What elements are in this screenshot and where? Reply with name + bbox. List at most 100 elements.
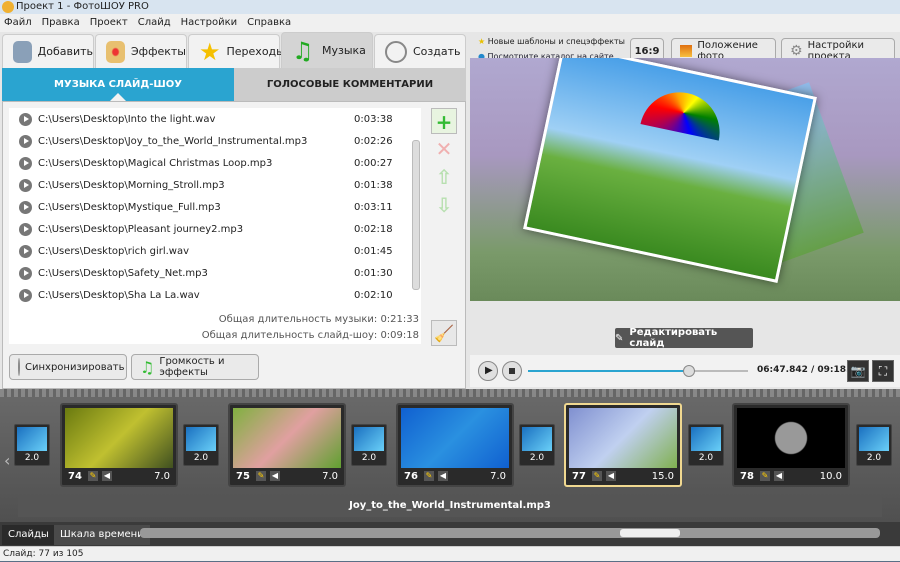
transition-thumb[interactable]: 2.0 — [688, 424, 724, 466]
track-row[interactable]: C:\Users\Desktop\Safety_Net.mp3 0:01:30 — [9, 262, 421, 284]
pencil-icon[interactable]: ✎ — [88, 471, 98, 481]
transition-thumb[interactable]: 2.0 — [519, 424, 555, 466]
play-track-icon[interactable] — [19, 134, 32, 148]
transition-duration: 2.0 — [361, 453, 377, 463]
play-track-icon[interactable] — [19, 178, 32, 192]
pencil-icon[interactable]: ✎ — [256, 471, 266, 481]
track-path: C:\Users\Desktop\Safety_Net.mp3 — [38, 267, 208, 279]
tab-slides[interactable]: Слайды — [2, 525, 55, 545]
slide-thumb[interactable]: 76 ✎ ◀ 7.0 — [396, 403, 514, 487]
title-bar: Проект 1 - ФотоШОУ PRO — [0, 0, 900, 14]
track-duration: 0:03:11 — [354, 201, 393, 213]
menu-file[interactable]: Файл — [4, 17, 32, 28]
slide-preview-image — [65, 408, 173, 468]
menu-project[interactable]: Проект — [90, 17, 128, 28]
transition-thumb[interactable]: 2.0 — [14, 424, 50, 466]
track-row[interactable]: C:\Users\Desktop\Joy_to_the_World_Instru… — [9, 130, 421, 152]
play-track-icon[interactable] — [19, 222, 32, 236]
volume-effects-button[interactable]: ♫ Громкость и эффекты — [131, 354, 259, 380]
fullscreen-button[interactable]: ⛶ — [872, 360, 894, 382]
transition-thumb[interactable]: 2.0 — [183, 424, 219, 466]
track-row[interactable]: C:\Users\Desktop\Sha La La.wav 0:02:10 — [9, 284, 421, 306]
speaker-icon[interactable]: ◀ — [438, 471, 448, 481]
pencil-icon[interactable]: ✎ — [424, 471, 434, 481]
track-row[interactable]: C:\Users\Desktop\Magical Christmas Loop.… — [9, 152, 421, 174]
move-up-button[interactable]: ⇧ — [431, 164, 457, 190]
speaker-icon[interactable]: ◀ — [270, 471, 280, 481]
move-down-button[interactable]: ⇩ — [431, 192, 457, 218]
menu-settings[interactable]: Настройки — [181, 17, 237, 28]
track-row[interactable]: C:\Users\Desktop\Pleasant journey2.mp3 0:… — [9, 218, 421, 240]
transition-preview — [522, 427, 552, 451]
playback-slider[interactable] — [528, 365, 748, 377]
play-track-icon[interactable] — [19, 266, 32, 280]
tab-add[interactable]: Добавить — [2, 34, 94, 68]
track-duration: 0:01:38 — [354, 179, 393, 191]
snapshot-button[interactable]: 📷 — [847, 360, 869, 382]
edit-slide-button[interactable]: ✎ Редактировать слайд — [615, 327, 753, 349]
transition-thumb[interactable]: 2.0 — [856, 424, 892, 466]
preview-photo — [523, 58, 817, 283]
play-button[interactable]: ▶ — [478, 361, 498, 381]
transition-preview — [17, 427, 47, 451]
slide-thumb[interactable]: 77 ✎ ◀ 15.0 — [564, 403, 682, 487]
tab-create[interactable]: Создать — [374, 34, 466, 68]
slide-duration: 7.0 — [154, 471, 170, 482]
playback-slider-handle[interactable] — [682, 365, 695, 377]
track-row[interactable]: C:\Users\Desktop\Into the light.wav 0:03:… — [9, 108, 421, 130]
menu-slide[interactable]: Слайд — [138, 17, 171, 28]
sync-button[interactable]: Синхронизировать — [9, 354, 127, 380]
slide-number: 76 — [404, 471, 418, 482]
gear-icon: ⚙ — [790, 43, 803, 59]
track-path: C:\Users\Desktop\Pleasant journey2.mp3 — [38, 223, 244, 235]
subtab-slideshow-music[interactable]: МУЗЫКА СЛАЙД-ШОУ — [2, 68, 234, 101]
slide-thumb[interactable]: 75 ✎ ◀ 7.0 — [228, 403, 346, 487]
speaker-icon[interactable]: ◀ — [774, 471, 784, 481]
stop-button[interactable] — [502, 361, 522, 381]
slide-preview — [470, 58, 900, 301]
fullscreen-icon: ⛶ — [878, 364, 888, 378]
track-path: C:\Users\Desktop\Mystique_Full.mp3 — [38, 201, 221, 213]
transition-thumb[interactable]: 2.0 — [351, 424, 387, 466]
track-row[interactable]: C:\Users\Desktop\Morning_Stroll.mp3 0:01:… — [9, 174, 421, 196]
track-row[interactable]: C:\Users\Desktop\rich girl.wav 0:01:45 — [9, 240, 421, 262]
music-note-icon: ♫ — [140, 357, 155, 377]
tab-timeline[interactable]: Шкала времени — [54, 525, 150, 545]
play-track-icon[interactable] — [19, 112, 32, 126]
play-track-icon[interactable] — [19, 156, 32, 170]
play-track-icon[interactable] — [19, 244, 32, 258]
slide-number: 77 — [572, 471, 586, 482]
slide-thumb[interactable]: 74 ✎ ◀ 7.0 — [60, 403, 178, 487]
slide-thumb[interactable]: 78 ✎ ◀ 10.0 — [732, 403, 850, 487]
list-scrollbar[interactable] — [411, 110, 421, 296]
menu-bar: Файл Правка Проект Слайд Настройки Справка — [0, 14, 900, 32]
add-track-button[interactable]: + — [431, 108, 457, 134]
menu-edit[interactable]: Правка — [42, 17, 80, 28]
track-row[interactable]: C:\Users\Desktop\Mystique_Full.mp3 0:03:1… — [9, 196, 421, 218]
play-track-icon[interactable] — [19, 200, 32, 214]
music-note-icon: ♫ — [292, 36, 314, 65]
tab-effects[interactable]: Эффекты — [95, 34, 187, 68]
speaker-icon[interactable]: ◀ — [606, 471, 616, 481]
pencil-icon[interactable]: ✎ — [760, 471, 770, 481]
play-track-icon[interactable] — [19, 288, 32, 302]
slide-preview-image — [737, 408, 845, 468]
music-subtabs: МУЗЫКА СЛАЙД-ШОУ ГОЛОСОВЫЕ КОММЕНТАРИИ — [2, 68, 466, 101]
speaker-icon[interactable]: ◀ — [102, 471, 112, 481]
music-panel: C:\Users\Desktop\Into the light.wav 0:03:… — [2, 101, 466, 389]
slide-filmstrip: ‹ › 2.02.02.02.02.02.074✎◀7.075✎◀7.076✎◀… — [0, 389, 900, 522]
arrow-up-icon: ⇧ — [435, 165, 453, 189]
slide-preview-image — [569, 408, 677, 468]
clear-list-button[interactable]: 🧹 — [431, 320, 457, 346]
menu-help[interactable]: Справка — [247, 17, 291, 28]
subtab-voice-comments[interactable]: ГОЛОСОВЫЕ КОММЕНТАРИИ — [234, 68, 466, 101]
remove-track-button[interactable]: ✕ — [431, 136, 457, 162]
tab-music[interactable]: ♫ Музыка — [281, 32, 373, 68]
audio-track-bar[interactable]: Joy_to_the_World_Instrumental.mp3 — [18, 495, 882, 517]
scrollbar-thumb[interactable] — [412, 140, 420, 290]
tab-transitions[interactable]: ★ Переходы — [188, 34, 285, 68]
scroll-left-arrow[interactable]: ‹ — [4, 451, 10, 470]
scrollbar-thumb[interactable] — [620, 529, 680, 537]
filmstrip-scrollbar[interactable] — [140, 528, 880, 538]
pencil-icon[interactable]: ✎ — [592, 471, 602, 481]
